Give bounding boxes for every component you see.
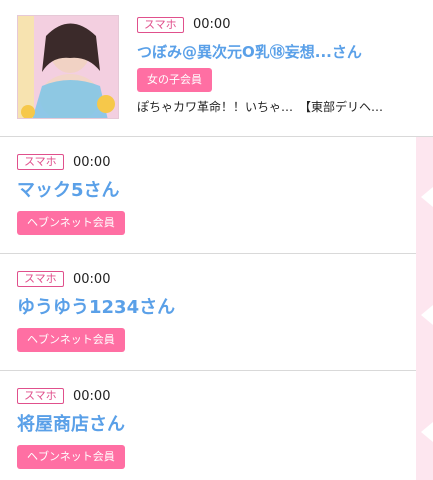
post-list: スマホ 00:00 つぼみ@異次元O乳⑱妄想...さん 女の子会員 ぽちゃカワ革… (0, 0, 433, 480)
chevron-left-icon (421, 187, 433, 207)
platform-tag: スマホ (137, 17, 184, 33)
chevron-left-icon (421, 422, 433, 442)
profile-photo-icon (18, 16, 118, 118)
platform-tag: スマホ (17, 271, 64, 287)
poster-name-link[interactable]: マック5さん (17, 179, 120, 203)
poster-name-link[interactable]: つぼみ@異次元O乳⑱妄想...さん (137, 42, 362, 62)
platform-tag: スマホ (17, 388, 64, 404)
post-description[interactable]: ぽちゃカワ革命！！いちゃ… 【東部デリヘ… (137, 99, 383, 115)
list-item[interactable]: スマホ 00:00 将屋商店さん ヘブンネット会員 (0, 371, 433, 480)
post-time: 00:00 (193, 17, 231, 32)
platform-tag: スマホ (17, 154, 64, 170)
poster-name-link[interactable]: ゆうゆう1234さん (17, 296, 175, 320)
list-item[interactable]: スマホ 00:00 マック5さん ヘブンネット会員 (0, 137, 433, 254)
profile-thumbnail[interactable] (17, 15, 119, 119)
side-scroll-strip[interactable] (416, 137, 433, 480)
member-type-badge: ヘブンネット会員 (17, 445, 125, 469)
post-time: 00:00 (73, 272, 111, 287)
member-type-badge: ヘブンネット会員 (17, 328, 125, 352)
member-type-badge: ヘブンネット会員 (17, 211, 125, 235)
list-item[interactable]: スマホ 00:00 ゆうゆう1234さん ヘブンネット会員 (0, 254, 433, 371)
post-time: 00:00 (73, 155, 111, 170)
post-time: 00:00 (73, 389, 111, 404)
chevron-left-icon (421, 305, 433, 325)
list-item[interactable]: スマホ 00:00 つぼみ@異次元O乳⑱妄想...さん 女の子会員 ぽちゃカワ革… (0, 0, 433, 137)
member-type-badge: 女の子会員 (137, 68, 212, 92)
poster-name-link[interactable]: 将屋商店さん (17, 413, 125, 437)
